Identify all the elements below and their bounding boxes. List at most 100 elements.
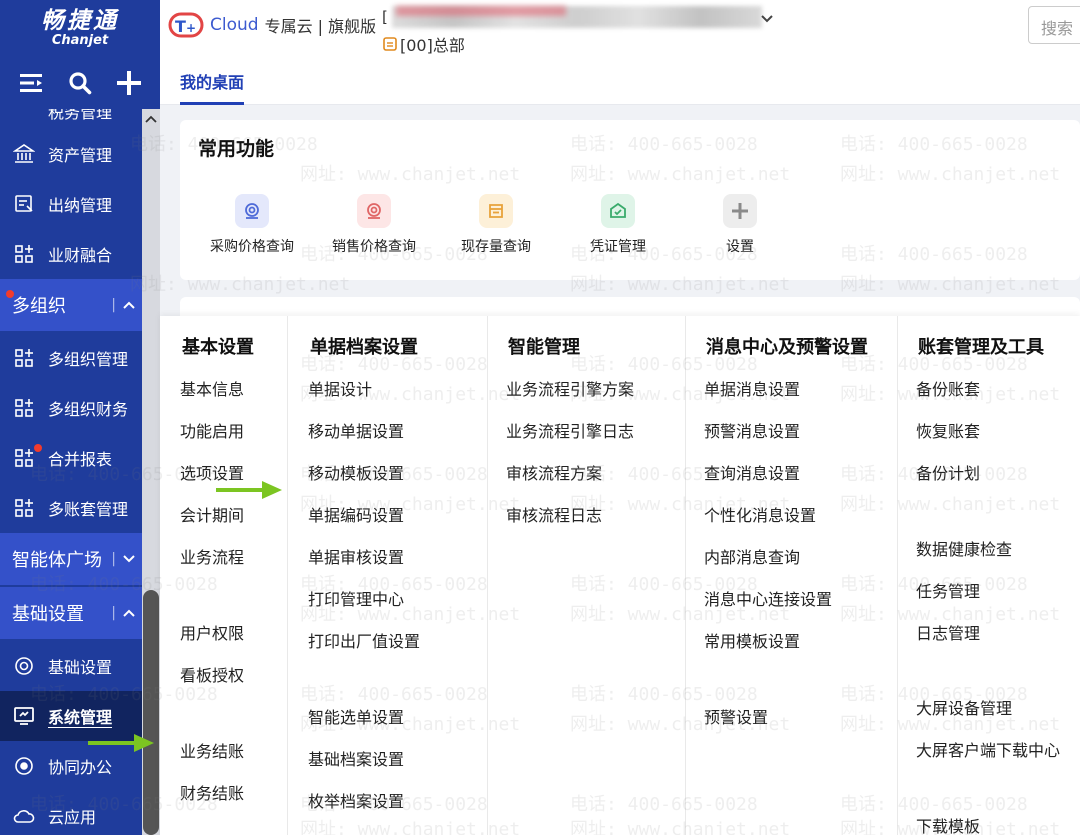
add-icon[interactable]	[114, 68, 144, 98]
sidebar-item-label: 协同办公	[48, 758, 113, 777]
menu-link[interactable]: 备份计划	[916, 460, 980, 484]
menu-link[interactable]: 业务流程引擎日志	[506, 418, 634, 442]
shortcut-stock-query[interactable]: 现存量查询	[436, 194, 556, 256]
system-management-menu: 基本设置 基本信息 功能启用 选项设置 会计期间 业务流程 用户权限 看板授权 …	[160, 316, 1080, 835]
shortcut-sales-price[interactable]: 销售价格查询	[314, 194, 434, 256]
chevron-down-icon[interactable]	[760, 12, 774, 26]
sidebar-item-system-mgmt[interactable]: 系统管理	[0, 691, 142, 741]
sidebar-item-consolidated-report[interactable]: 合并报表	[0, 433, 142, 483]
shortcut-label: 设置	[726, 239, 754, 255]
menu-link[interactable]: 移动模板设置	[308, 460, 404, 484]
menu-link[interactable]: 预警设置	[704, 704, 768, 728]
shortcut-voucher-mgmt[interactable]: 凭证管理	[558, 194, 678, 256]
sidebar-item-multi-org-mgmt[interactable]: 多组织管理	[0, 333, 142, 383]
sidebar-item-multi-org-fin[interactable]: 多组织财务	[0, 383, 142, 433]
menu-link[interactable]: 枚举档案设置	[308, 788, 404, 812]
grid-icon	[12, 346, 36, 370]
sidebar-item-assets[interactable]: 资产管理	[0, 129, 142, 179]
menu-link[interactable]: 单据审核设置	[308, 544, 404, 568]
price-query-icon	[235, 194, 269, 228]
sidebar-item-label: 多组织管理	[48, 350, 129, 369]
svg-text:T: T	[175, 17, 186, 36]
menu-link[interactable]: 个性化消息设置	[704, 502, 816, 526]
inventory-icon	[479, 194, 513, 228]
logo-cn-text: 畅捷通	[41, 6, 119, 34]
menu-link[interactable]: 基本信息	[180, 376, 244, 400]
menu-link[interactable]: 基础档案设置	[308, 746, 404, 770]
menu-link[interactable]: 审核流程日志	[506, 502, 602, 526]
column-title: 消息中心及预警设置	[706, 337, 868, 358]
menu-link[interactable]: 任务管理	[916, 578, 980, 602]
sidebar-toolbar	[0, 57, 160, 109]
sidebar-group-multi-org[interactable]: 多组织 |	[0, 279, 142, 331]
menu-link[interactable]: 业务结账	[180, 738, 244, 762]
menu-link[interactable]: 业务流程	[180, 544, 244, 568]
menu-link[interactable]: 预警消息设置	[704, 418, 800, 442]
menu-link[interactable]: 备份账套	[916, 376, 980, 400]
sidebar-item-cloud-app[interactable]: 云应用	[0, 791, 142, 835]
menu-link[interactable]: 智能选单设置	[308, 704, 404, 728]
chanjet-logo[interactable]: 畅捷通 Chanjet	[0, 0, 160, 57]
menu-link[interactable]: 常用模板设置	[704, 628, 800, 652]
menu-link[interactable]: 业务流程引擎方案	[506, 376, 634, 400]
menu-link[interactable]: 大屏设备管理	[916, 695, 1012, 719]
menu-link[interactable]: 单据编码设置	[308, 502, 404, 526]
sidebar-item-biz-fin[interactable]: 业财融合	[0, 229, 142, 279]
search-input[interactable]: 搜索	[1028, 6, 1080, 44]
sidebar-group-label: 多组织	[12, 296, 66, 317]
sidebar-group-agent[interactable]: 智能体广场 |	[0, 533, 142, 585]
sidebar-menu: 税务管理 资产管理 出纳管理 业财融合 多组织 | 多组织管理 多组织财务 合并…	[0, 109, 142, 835]
column-title: 账套管理及工具	[918, 337, 1044, 358]
menu-link[interactable]: 恢复账套	[916, 418, 980, 442]
menu-toggle-icon[interactable]	[16, 68, 46, 98]
menu-link[interactable]: 审核流程方案	[506, 460, 602, 484]
menu-link[interactable]: 打印管理中心	[308, 586, 404, 610]
menu-link[interactable]: 消息中心连接设置	[704, 586, 832, 610]
sidebar-item-label: 基础设置	[48, 658, 113, 677]
collab-icon	[12, 754, 36, 778]
menu-link[interactable]: 下载模板	[916, 813, 980, 835]
gear-icon	[12, 654, 36, 678]
menu-link[interactable]: 看板授权	[180, 662, 244, 686]
brand-text: Cloud	[210, 15, 259, 35]
cloud-logo-icon: T +	[168, 12, 204, 38]
group-separator: |	[111, 551, 116, 567]
menu-link[interactable]: 大屏客户端下载中心	[916, 737, 1060, 761]
sidebar-group-basic[interactable]: 基础设置 |	[0, 587, 142, 639]
menu-link[interactable]: 选项设置	[180, 460, 244, 484]
shortcut-purchase-price[interactable]: 采购价格查询	[192, 194, 312, 256]
chevron-up-icon[interactable]	[122, 301, 136, 309]
menu-link[interactable]: 日志管理	[916, 620, 980, 644]
menu-link[interactable]: 单据设计	[308, 376, 372, 400]
menu-link[interactable]: 移动单据设置	[308, 418, 404, 442]
shortcut-label: 销售价格查询	[332, 239, 416, 255]
menu-link[interactable]: 会计期间	[180, 502, 244, 526]
menu-link[interactable]: 用户权限	[180, 620, 244, 644]
cashier-icon	[12, 192, 36, 216]
sidebar-item-collab[interactable]: 协同办公	[0, 741, 142, 791]
menu-link[interactable]: 内部消息查询	[704, 544, 800, 568]
sidebar-item-basic-settings[interactable]: 基础设置	[0, 641, 142, 691]
common-functions-card: 常用功能 采购价格查询 销售价格查询 现存量查询 凭证管理 设置	[180, 120, 1080, 280]
chevron-up-icon[interactable]	[122, 609, 136, 617]
shortcut-settings[interactable]: 设置	[680, 194, 800, 256]
scroll-up-icon[interactable]	[144, 112, 158, 126]
menu-link[interactable]: 数据健康检查	[916, 536, 1012, 560]
chevron-down-icon[interactable]	[122, 555, 136, 563]
notification-dot	[34, 444, 42, 452]
org-selector[interactable]: [ [00]总部	[382, 4, 774, 55]
menu-link[interactable]: 财务结账	[180, 780, 244, 804]
menu-link[interactable]: 打印出厂值设置	[308, 628, 420, 652]
sidebar-item-label: 多账套管理	[48, 500, 129, 519]
grid-icon	[12, 496, 36, 520]
menu-link[interactable]: 功能启用	[180, 418, 244, 442]
sidebar-item-multi-account[interactable]: 多账套管理	[0, 483, 142, 533]
grid-icon	[12, 444, 42, 470]
search-icon[interactable]	[65, 68, 95, 98]
tab-my-desktop[interactable]: 我的桌面	[180, 69, 245, 105]
menu-link[interactable]: 单据消息设置	[704, 376, 800, 400]
sidebar-scrollbar-thumb[interactable]	[143, 590, 159, 835]
sidebar-item-cashier[interactable]: 出纳管理	[0, 179, 142, 229]
bank-icon	[12, 142, 36, 166]
menu-link[interactable]: 查询消息设置	[704, 460, 800, 484]
